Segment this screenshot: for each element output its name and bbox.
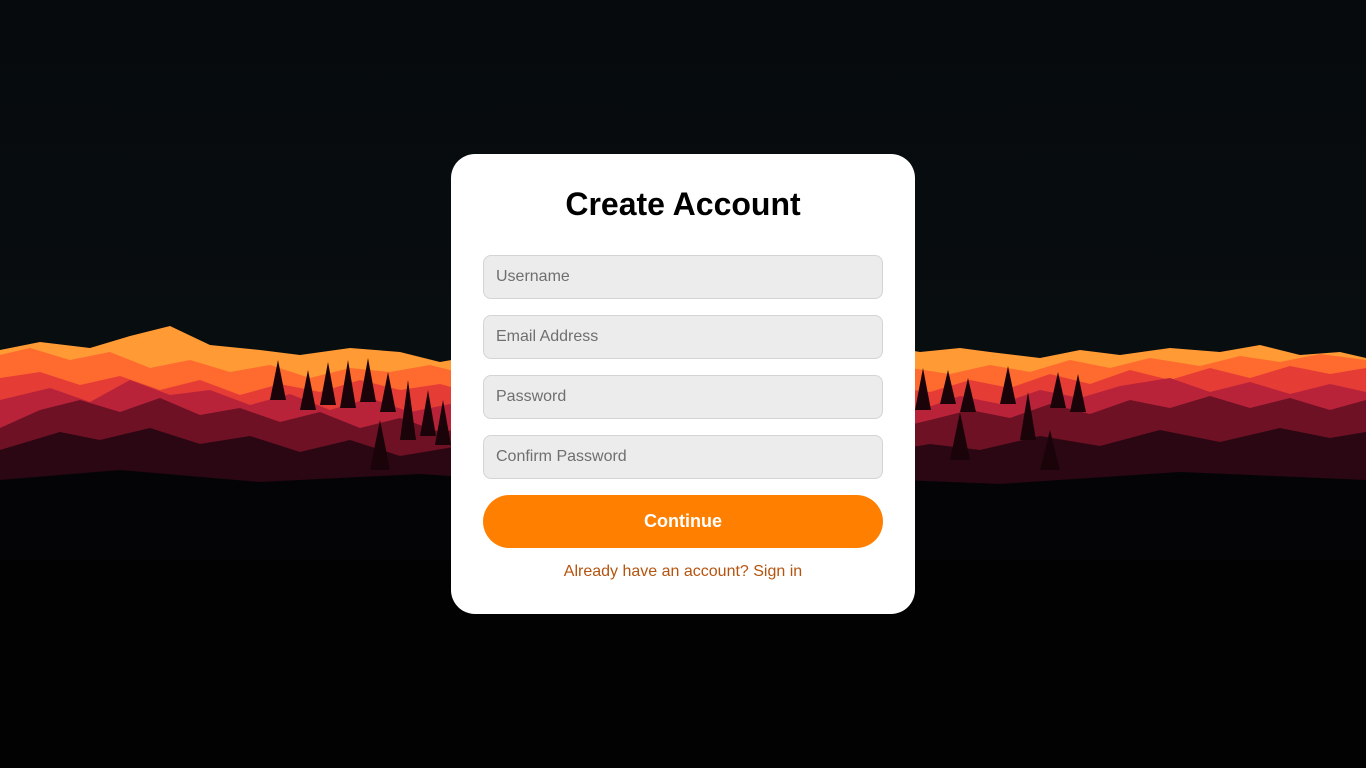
page-title: Create Account	[565, 186, 801, 222]
create-account-card: Create Account Continue Already have an …	[451, 154, 915, 614]
password-input[interactable]	[483, 375, 883, 419]
confirm-password-input[interactable]	[483, 435, 883, 479]
email-input[interactable]	[483, 315, 883, 359]
continue-button[interactable]: Continue	[483, 495, 883, 548]
sign-in-link[interactable]: Already have an account? Sign in	[451, 563, 915, 581]
username-input[interactable]	[483, 255, 883, 299]
